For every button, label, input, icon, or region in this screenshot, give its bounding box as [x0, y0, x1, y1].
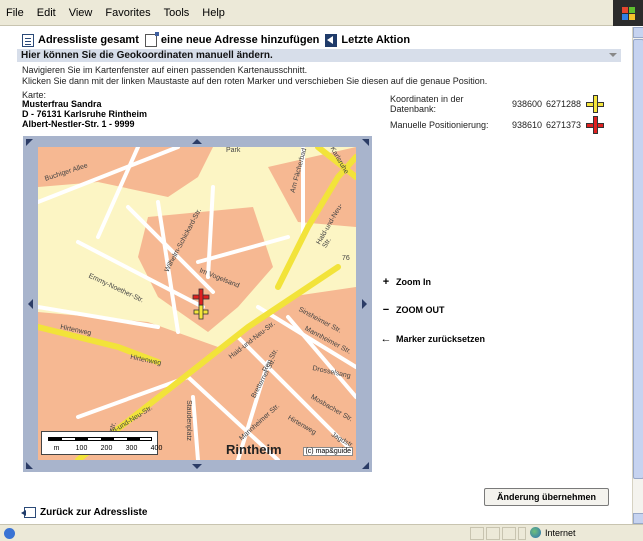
apply-changes-button[interactable]: Änderung übernehmen — [484, 488, 609, 506]
security-zone: Internet — [530, 527, 576, 538]
db-x-value: 938600 — [512, 99, 543, 109]
back-to-list-link[interactable]: Zurück zur Adressliste — [21, 507, 148, 518]
plus-icon: + — [382, 276, 390, 288]
last-action-link[interactable]: Letzte Aktion — [325, 33, 411, 47]
manual-coordinates-label: Manuelle Positionierung: — [390, 120, 489, 130]
scale-tick: 200 — [100, 445, 113, 452]
district-label: Rintheim — [226, 442, 282, 457]
scroll-up-button[interactable] — [633, 27, 643, 38]
zoom-out-label: ZOOM OUT — [396, 305, 445, 315]
pan-west-arrow-icon[interactable] — [28, 299, 33, 309]
address-list-label: Adressliste gesamt — [38, 34, 139, 46]
scale-tick: 400 — [150, 445, 163, 452]
pan-south-arrow-icon[interactable] — [192, 464, 202, 469]
back-arrow-icon — [21, 507, 36, 518]
map-drawing — [38, 147, 356, 460]
chevron-down-icon[interactable] — [609, 53, 617, 57]
scale-tick: m — [53, 445, 60, 452]
scale-tick: 300 — [125, 445, 138, 452]
pan-southeast-arrow-icon[interactable] — [362, 462, 369, 469]
contact-city: D - 76131 Karlsruhe Rintheim — [22, 109, 148, 119]
zoom-in-label: Zoom In — [396, 277, 431, 287]
reset-marker-action[interactable]: ← Marker zurücksetzen — [380, 333, 486, 345]
pan-east-arrow-icon[interactable] — [362, 299, 367, 309]
status-segment — [486, 527, 500, 540]
map-canvas[interactable]: Buchiger Allee Park Karlsruhe Am Fächerb… — [38, 147, 356, 460]
minus-icon: − — [382, 304, 390, 316]
zoom-out-action[interactable]: − ZOOM OUT — [380, 304, 445, 316]
manual-x-value: 938610 — [512, 120, 543, 130]
status-segment — [470, 527, 484, 540]
status-bar: Internet — [0, 524, 643, 541]
scroll-thumb[interactable] — [633, 39, 643, 479]
scale-bar-graphic — [48, 437, 152, 441]
document-icon — [22, 33, 34, 47]
zoom-in-action[interactable]: + Zoom In — [380, 276, 431, 288]
menu-favorites[interactable]: Favorites — [105, 7, 150, 19]
pan-southwest-arrow-icon[interactable] — [26, 462, 33, 469]
manual-y-value: 6271373 — [546, 120, 582, 130]
pan-northeast-arrow-icon[interactable] — [362, 139, 369, 146]
db-y-value: 6271288 — [546, 99, 582, 109]
reset-marker-label: Marker zurücksetzen — [396, 334, 486, 344]
instruction-line: Klicken Sie dann mit der linken Maustast… — [22, 75, 488, 86]
last-action-label: Letzte Aktion — [341, 34, 411, 46]
menu-bar: File Edit View Favorites Tools Help — [0, 0, 643, 26]
map-frame: Buchiger Allee Park Karlsruhe Am Fächerb… — [23, 136, 372, 472]
menu-edit[interactable]: Edit — [37, 7, 56, 19]
back-arrow-icon — [325, 33, 338, 47]
menu-file[interactable]: File — [6, 7, 24, 19]
scale-bar: m 100 200 300 400 — [41, 431, 162, 455]
menu-help[interactable]: Help — [202, 7, 225, 19]
vertical-scrollbar[interactable] — [632, 27, 643, 524]
windows-logo-icon — [613, 0, 643, 26]
instructions: Navigieren Sie im Kartenfenster auf eine… — [22, 65, 487, 86]
zone-label: Internet — [545, 527, 576, 538]
menu-view[interactable]: View — [69, 7, 93, 19]
street-label: Park — [226, 147, 241, 154]
manual-coordinates-row: Manuelle Positionierung: 938610 6271373 — [390, 116, 604, 134]
pan-northwest-arrow-icon[interactable] — [26, 139, 33, 146]
address-list-link[interactable]: Adressliste gesamt — [22, 33, 139, 47]
status-segment — [518, 527, 526, 540]
yellow-marker-icon — [586, 95, 604, 113]
pan-north-arrow-icon[interactable] — [192, 139, 202, 144]
page-content: Adressliste gesamt eine neue Adresse hin… — [0, 27, 632, 524]
db-coordinates-row: Koordinaten in der Datenbank: 938600 627… — [390, 94, 604, 114]
left-arrow-icon: ← — [380, 333, 392, 345]
scroll-down-button[interactable] — [633, 513, 643, 524]
address-block: Musterfrau Sandra D - 76131 Karlsruhe Ri… — [22, 99, 147, 129]
back-to-list-label: Zurück zur Adressliste — [40, 507, 148, 518]
map-copyright: (c) map&guide — [303, 447, 353, 456]
new-address-link[interactable]: eine neue Adresse hinzufügen — [144, 31, 320, 47]
red-marker-icon — [586, 116, 604, 134]
new-address-label: eine neue Adresse hinzufügen — [160, 34, 320, 46]
scale-tick: 100 — [75, 445, 88, 452]
section-title: Hier können Sie die Geokoordinaten manue… — [21, 50, 273, 61]
globe-icon — [530, 527, 541, 538]
status-segment — [502, 527, 516, 540]
map-number-label: 76 — [342, 255, 350, 262]
toolbar: Adressliste gesamt eine neue Adresse hin… — [22, 31, 416, 47]
new-document-icon — [144, 31, 159, 47]
street-label: Staudenplatz — [184, 400, 192, 441]
contact-name: Musterfrau Sandra — [22, 99, 102, 109]
ie-page-icon — [4, 528, 15, 539]
instruction-line: Navigieren Sie im Kartenfenster auf eine… — [22, 65, 308, 75]
section-header: Hier können Sie die Geokoordinaten manue… — [17, 49, 621, 62]
contact-street: Albert-Nestler-Str. 1 - 9999 — [22, 119, 135, 129]
menu-tools[interactable]: Tools — [164, 7, 190, 19]
db-coordinates-label: Koordinaten in der Datenbank: — [390, 94, 464, 114]
